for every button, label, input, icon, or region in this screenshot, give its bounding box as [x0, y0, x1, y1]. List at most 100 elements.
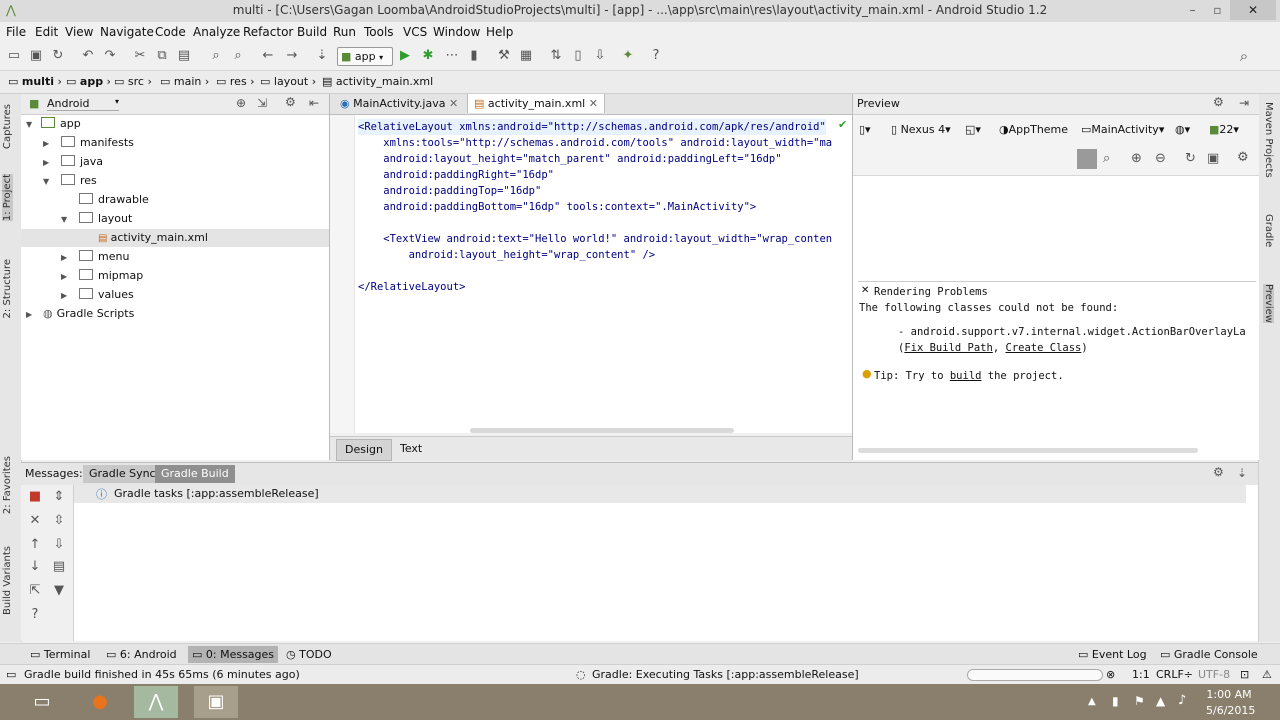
- gradle-tab[interactable]: Gradle: [1263, 214, 1274, 247]
- tab-terminal[interactable]: ▭ Terminal: [26, 646, 94, 663]
- tray-arrow-icon[interactable]: ▲: [1088, 696, 1096, 707]
- activity-select[interactable]: ▭MainActivity▾: [1081, 123, 1164, 136]
- screenshot-icon[interactable]: ▣: [1207, 151, 1219, 166]
- orientation-select[interactable]: ◱▾: [965, 123, 981, 136]
- preview-tab[interactable]: Preview: [1263, 284, 1274, 323]
- collapse-all-icon[interactable]: ⇲: [257, 96, 267, 110]
- sync-icon[interactable]: ↻: [50, 48, 66, 64]
- avd-manager-icon[interactable]: ▯: [570, 48, 586, 64]
- status-panel-icon[interactable]: ▭: [6, 668, 16, 681]
- paste-icon[interactable]: ▤: [176, 48, 192, 64]
- menu-analyze[interactable]: Analyze: [193, 25, 240, 39]
- stop-icon[interactable]: ■: [27, 489, 43, 505]
- build-variants-tab[interactable]: Build Variants: [2, 546, 13, 615]
- gear-icon[interactable]: ⚙: [1237, 150, 1249, 165]
- sync-gradle-icon[interactable]: ⇅: [548, 48, 564, 64]
- zoom-actual-icon[interactable]: ⌕: [1103, 151, 1110, 166]
- collapse-arrow-icon[interactable]: ▶: [43, 139, 49, 148]
- tab-mainactivity-java[interactable]: ◉ MainActivity.java ✕: [334, 94, 464, 113]
- collapse-all-icon[interactable]: ⇳: [51, 513, 67, 529]
- tab-event-log[interactable]: ▭ Event Log: [1074, 646, 1151, 663]
- make-project-icon[interactable]: ⇣: [314, 48, 330, 64]
- forward-icon[interactable]: →: [284, 48, 300, 64]
- gear-icon[interactable]: ⚙: [285, 95, 296, 109]
- crumb-app[interactable]: ▭ app ›: [66, 75, 111, 88]
- tab-design[interactable]: Design: [336, 439, 392, 461]
- close-button[interactable]: ✕: [1230, 0, 1276, 20]
- save-icon[interactable]: ▣: [28, 48, 44, 64]
- render-config-icon[interactable]: ▯▾: [859, 123, 871, 136]
- clock-time[interactable]: 1:00 AM: [1206, 688, 1252, 701]
- crumb-project[interactable]: ▭ multi ›: [8, 75, 62, 88]
- tree-item-values[interactable]: values: [79, 286, 134, 304]
- tree-item-drawable[interactable]: drawable: [79, 191, 149, 209]
- build-link[interactable]: build: [950, 370, 982, 382]
- caret-position[interactable]: 1:1: [1132, 668, 1150, 681]
- run-icon[interactable]: ▶: [397, 48, 413, 64]
- tab-activity-main-xml[interactable]: ▤ activity_main.xml ✕: [467, 94, 605, 113]
- menu-file[interactable]: File: [6, 25, 26, 39]
- collapse-arrow-icon[interactable]: ▶: [61, 272, 67, 281]
- expand-arrow-icon[interactable]: ▼: [43, 177, 49, 186]
- code-editor[interactable]: <RelativeLayout xmlns:android="http://sc…: [330, 115, 852, 433]
- autoscroll-icon[interactable]: ▤: [51, 559, 67, 575]
- tree-item-manifests[interactable]: manifests: [61, 134, 134, 152]
- expand-arrow-icon[interactable]: ▼: [26, 120, 32, 129]
- crumb-layout[interactable]: ▭ layout ›: [260, 75, 316, 88]
- gear-icon[interactable]: ⚙: [1213, 465, 1224, 479]
- project-tab[interactable]: 1: Project: [2, 174, 13, 222]
- tree-item-gradle-scripts[interactable]: ◍ Gradle Scripts: [43, 305, 134, 323]
- crumb-res[interactable]: ▭ res ›: [216, 75, 255, 88]
- structure-tab[interactable]: 2: Structure: [2, 259, 13, 318]
- locale-select[interactable]: ◍▾: [1175, 123, 1190, 136]
- hide-panel-icon[interactable]: ⇥: [1239, 96, 1249, 110]
- zoom-to-fit-icon[interactable]: [1077, 149, 1097, 169]
- menu-window[interactable]: Window: [433, 25, 480, 39]
- hide-panel-icon[interactable]: ⇤: [309, 96, 319, 110]
- network-icon[interactable]: ▲: [1156, 694, 1165, 708]
- find-icon[interactable]: ⌕: [208, 48, 224, 64]
- project-view-select[interactable]: Android ▾: [47, 97, 119, 111]
- crumb-main[interactable]: ▭ main ›: [160, 75, 209, 88]
- external-icon[interactable]: ⇱: [27, 583, 43, 599]
- hide-panel-icon[interactable]: ⇣: [1237, 466, 1247, 480]
- close-tab-icon[interactable]: ✕: [449, 97, 458, 110]
- tree-item-java[interactable]: java: [61, 153, 103, 171]
- collapse-arrow-icon[interactable]: ▶: [26, 310, 32, 319]
- close-icon[interactable]: ✕: [861, 285, 869, 296]
- previous-icon[interactable]: ↑: [27, 537, 43, 553]
- menu-refactor[interactable]: Refactor: [243, 25, 293, 39]
- android-monitor-icon[interactable]: ▮: [466, 48, 482, 64]
- collapse-arrow-icon[interactable]: ▶: [61, 291, 67, 300]
- favorites-tab[interactable]: 2: Favorites: [2, 456, 13, 514]
- project-structure-icon[interactable]: ⚒: [496, 48, 512, 64]
- horizontal-scrollbar[interactable]: [858, 448, 1198, 453]
- gear-icon[interactable]: ⚙: [1213, 95, 1224, 109]
- close-tab-icon[interactable]: ✕: [589, 97, 598, 110]
- tab-messages[interactable]: ▭ 0: Messages: [188, 646, 279, 663]
- tab-gradle-sync[interactable]: Gradle Sync: [83, 465, 162, 483]
- crumb-src[interactable]: ▭ src ›: [114, 75, 152, 88]
- expand-arrow-icon[interactable]: ▼: [61, 215, 67, 224]
- create-class-link[interactable]: Create Class: [1006, 342, 1082, 354]
- scroll-from-source-icon[interactable]: ⊕: [236, 96, 246, 110]
- tab-gradle-build[interactable]: Gradle Build: [155, 465, 235, 483]
- firefox-icon[interactable]: ●: [78, 686, 122, 718]
- debug-icon[interactable]: ✱: [420, 48, 436, 64]
- back-icon[interactable]: ←: [260, 48, 276, 64]
- menu-tools[interactable]: Tools: [364, 25, 394, 39]
- minimize-button[interactable]: –: [1180, 0, 1205, 20]
- zoom-out-icon[interactable]: ⊖: [1155, 151, 1166, 166]
- line-separator[interactable]: CRLF÷: [1156, 668, 1193, 681]
- tab-todo[interactable]: ◷ TODO: [282, 646, 336, 663]
- file-encoding[interactable]: UTF-8: [1198, 668, 1230, 681]
- clock-date[interactable]: 5/6/2015: [1206, 704, 1255, 717]
- cancel-task-icon[interactable]: ⊗: [1106, 668, 1115, 681]
- tree-item-mipmap[interactable]: mipmap: [79, 267, 143, 285]
- expand-all-icon[interactable]: ⇕: [51, 489, 67, 505]
- api-level-select[interactable]: ■22▾: [1209, 123, 1239, 136]
- menu-build[interactable]: Build: [297, 25, 327, 39]
- device-select[interactable]: ▯ Nexus 4▾: [891, 123, 951, 136]
- menu-vcs[interactable]: VCS: [403, 25, 427, 39]
- flag-icon[interactable]: ⚑: [1134, 694, 1145, 708]
